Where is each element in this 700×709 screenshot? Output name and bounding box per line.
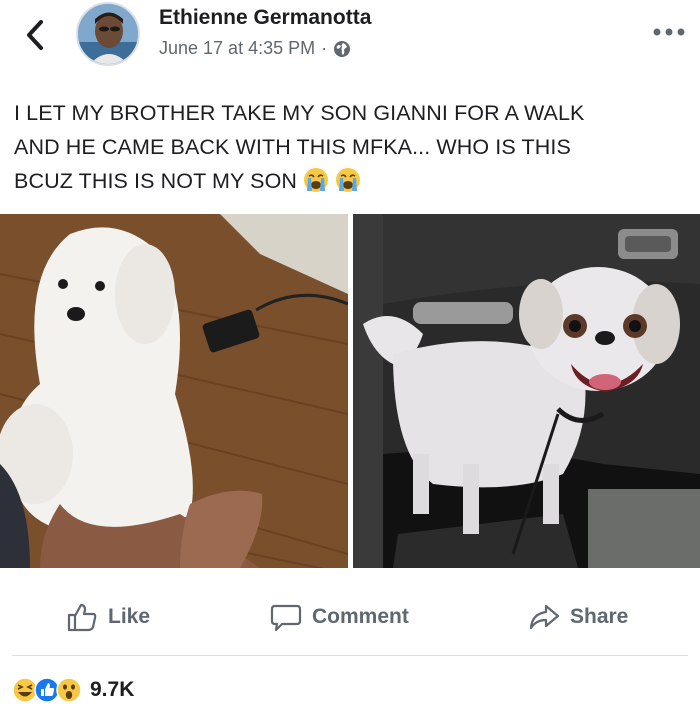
reaction-count: 9.7K <box>90 678 135 701</box>
thumbs-up-icon <box>67 603 97 632</box>
share-button[interactable]: Share <box>528 602 628 632</box>
post-text-line: BCUZ THIS IS NOT MY SON <box>14 164 654 198</box>
photo-shaved-dog[interactable] <box>353 214 700 568</box>
reactions-summary[interactable]: 9.7K <box>12 672 134 708</box>
comment-label: Comment <box>312 605 409 628</box>
divider <box>12 655 688 656</box>
post-text-line3: BCUZ THIS IS NOT MY SON <box>14 169 298 193</box>
crying-face-emoji <box>304 168 329 192</box>
post-text: I LET MY BROTHER TAKE MY SON GIANNI FOR … <box>14 96 654 198</box>
post-actions: Like Comment Share <box>0 590 700 652</box>
crying-face-emoji <box>336 168 361 192</box>
share-arrow-icon <box>529 604 560 630</box>
author-name[interactable]: Ethienne Germanotta <box>159 6 371 30</box>
wow-icon <box>56 677 82 703</box>
post-meta: June 17 at 4:35 PM · <box>159 38 351 59</box>
post-timestamp[interactable]: June 17 at 4:35 PM <box>159 38 315 59</box>
comment-icon <box>270 604 302 632</box>
avatar[interactable] <box>76 2 140 66</box>
like-button[interactable]: Like <box>66 602 150 632</box>
globe-icon <box>334 40 351 57</box>
photo-fluffy-dog[interactable] <box>0 214 348 568</box>
post-text-line: I LET MY BROTHER TAKE MY SON GIANNI FOR … <box>14 101 585 125</box>
like-label: Like <box>108 605 151 628</box>
photo-grid <box>0 214 700 568</box>
chevron-left-icon[interactable] <box>22 18 50 52</box>
post-header: Ethienne Germanotta June 17 at 4:35 PM · <box>0 0 700 80</box>
more-dots-icon[interactable] <box>652 26 686 38</box>
post-text-line: AND HE CAME BACK WITH THIS MFKA... WHO I… <box>14 135 571 159</box>
meta-separator: · <box>321 38 328 58</box>
share-label: Share <box>570 605 629 628</box>
comment-button[interactable]: Comment <box>270 602 409 632</box>
